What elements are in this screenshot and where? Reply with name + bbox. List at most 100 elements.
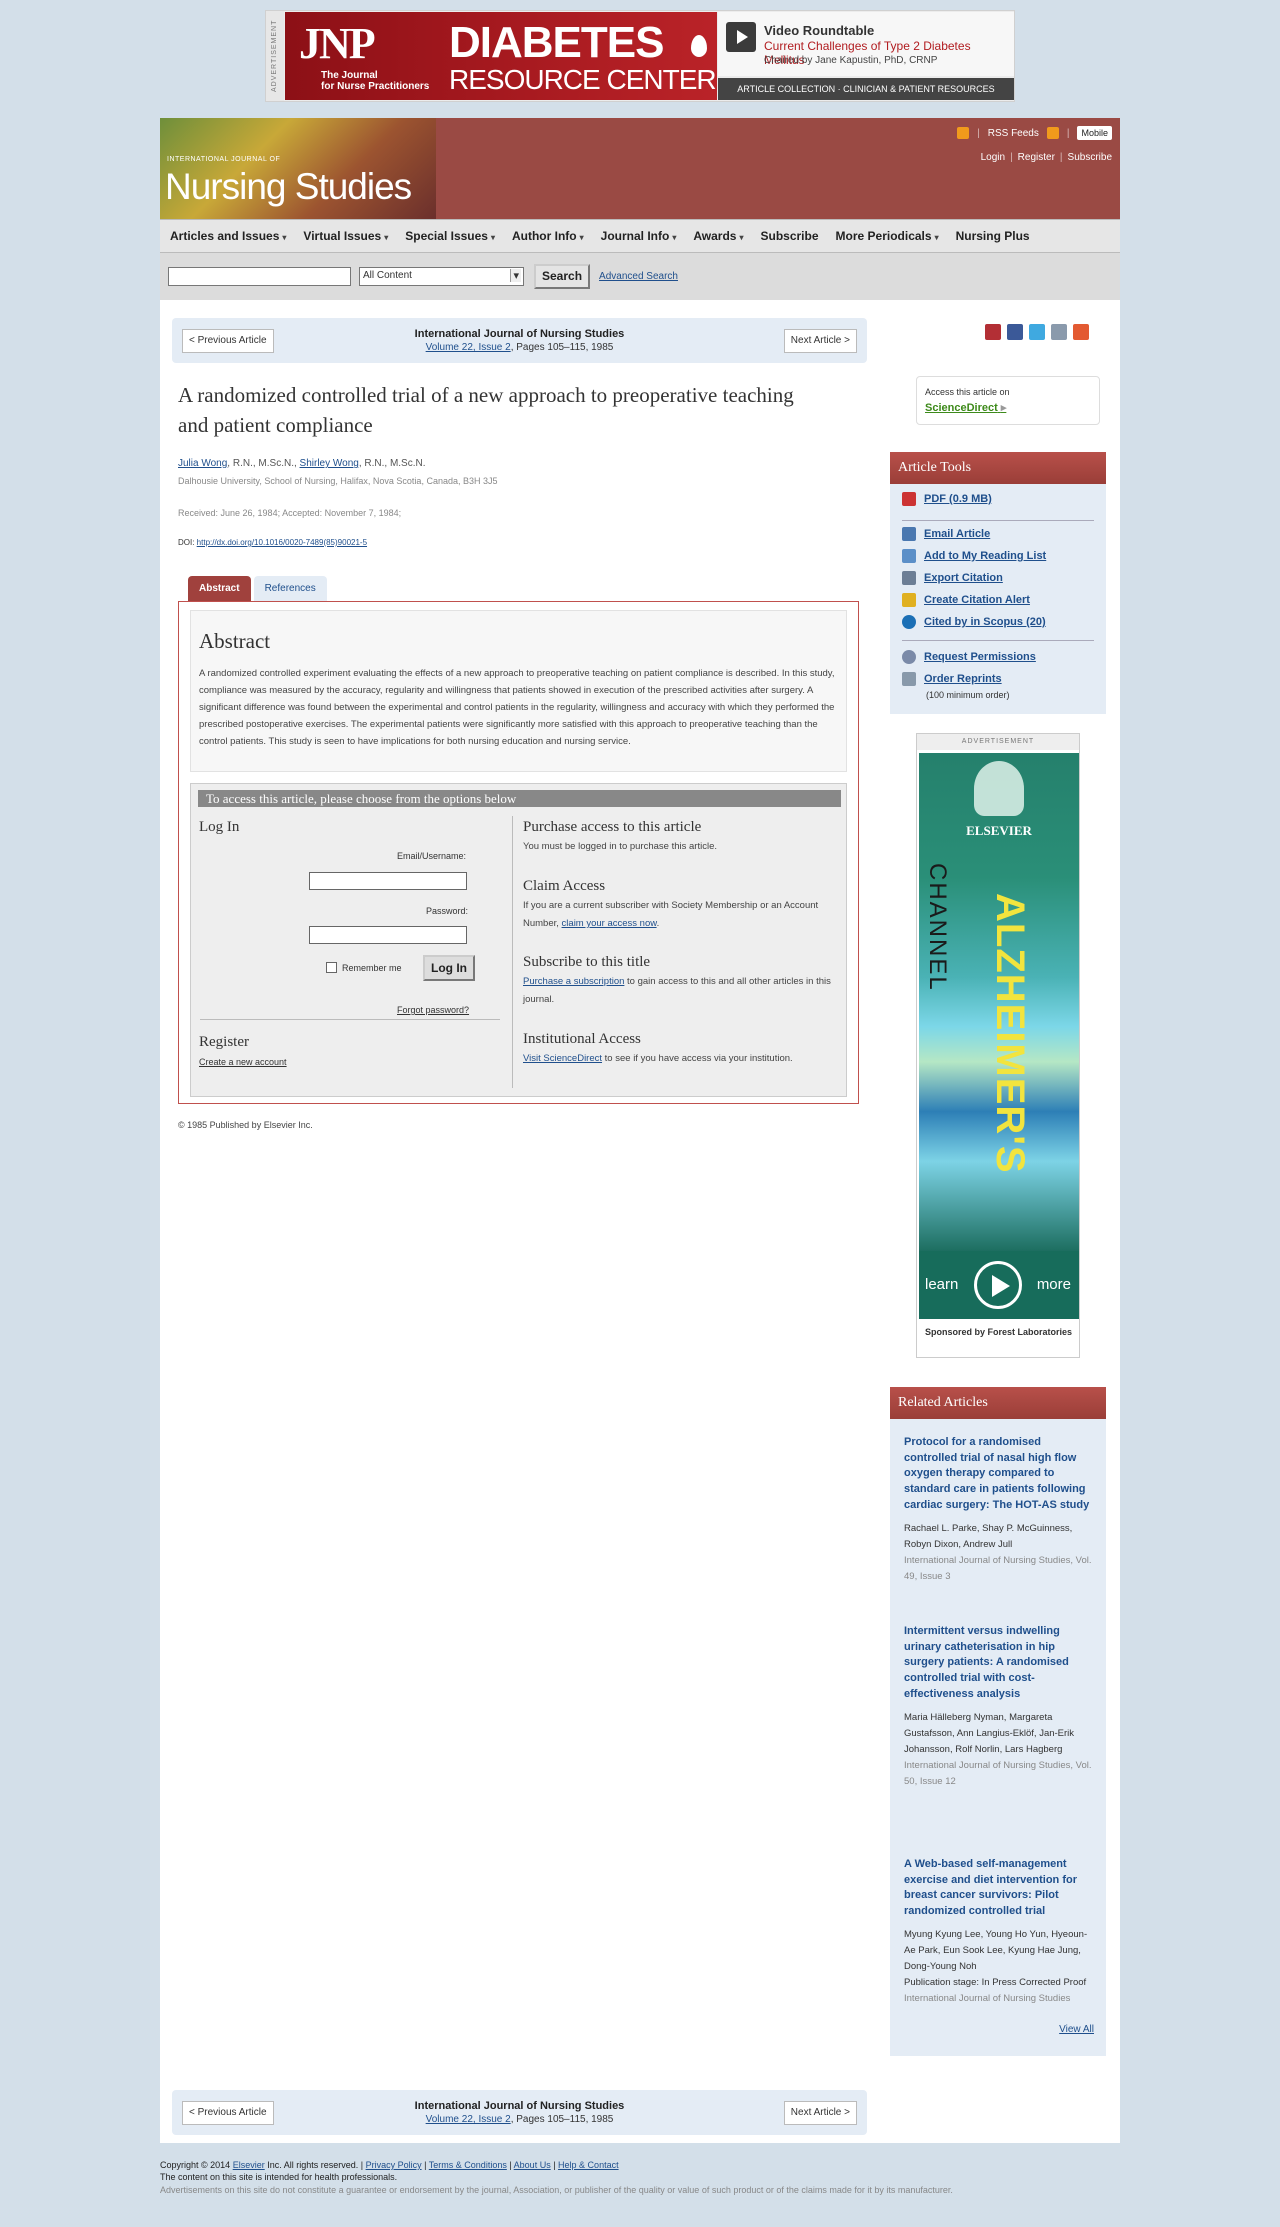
tab-abstract[interactable]: Abstract <box>188 576 251 601</box>
top-advertisement[interactable]: ADVERTISEMENT JNP The Journal for Nurse … <box>265 10 1015 102</box>
rss-link[interactable]: RSS Feeds <box>988 128 1039 139</box>
nav-articles-issues[interactable]: Articles and Issues ▾ <box>170 229 286 243</box>
journal-name: International Journal of Nursing Studies <box>414 328 625 340</box>
footer-disclaimer: Advertisements on this site do not const… <box>160 2185 953 2195</box>
pdf-label: PDF (0.9 MB) <box>924 493 992 505</box>
volume-issue-link[interactable]: Volume 22, Issue 2 <box>426 342 511 353</box>
order-reprints-link[interactable]: Order Reprints <box>902 672 1002 686</box>
reading-list-icon <box>902 549 916 563</box>
remember-checkbox[interactable] <box>326 962 337 973</box>
subscribe-link[interactable]: Subscribe <box>1068 152 1112 163</box>
nav-special-issues[interactable]: Special Issues ▾ <box>405 229 495 243</box>
login-link[interactable]: Login <box>981 152 1005 163</box>
ad-banner-left[interactable]: JNP The Journal for Nurse Practitioners … <box>285 12 717 100</box>
related-article-journal: International Journal of Nursing Studies… <box>904 1554 1092 1582</box>
elsevier-link[interactable]: Elsevier <box>233 2160 265 2170</box>
alzheimers-ad-image[interactable]: ELSEVIER CHANNEL ALZHEIMER'S <box>919 753 1079 1251</box>
side-advertisement[interactable]: ADVERTISEMENT ELSEVIER CHANNEL ALZHEIMER… <box>916 733 1080 1358</box>
request-permissions-link[interactable]: Request Permissions <box>902 650 1036 664</box>
nav-nursing-plus[interactable]: Nursing Plus <box>956 229 1030 243</box>
citation-alert-link[interactable]: Create Citation Alert <box>902 593 1030 607</box>
login-heading: Log In <box>199 819 240 835</box>
access-header: To access this article, please choose fr… <box>198 790 841 807</box>
tab-references[interactable]: References <box>253 576 327 601</box>
claim-access-link[interactable]: claim your access now <box>562 918 657 929</box>
create-account-link[interactable]: Create a new account <box>199 1057 287 1067</box>
search-button[interactable]: Search <box>534 264 591 289</box>
reading-list-link[interactable]: Add to My Reading List <box>902 549 1046 563</box>
advanced-search-link[interactable]: Advanced Search <box>599 271 678 282</box>
footer-sep: | <box>421 2160 429 2170</box>
related-article-title[interactable]: Intermittent versus indwelling urinary c… <box>904 1624 1094 1703</box>
podcast-icon[interactable] <box>957 127 970 139</box>
related-article-title[interactable]: A Web-based self-management exercise and… <box>904 1857 1094 1920</box>
privacy-policy-link[interactable]: Privacy Policy <box>366 2160 422 2170</box>
ad-chaired: Chaired by Jane Kapustin, PhD, CRNP <box>764 55 938 66</box>
view-all-link[interactable]: View All <box>1059 2024 1094 2035</box>
export-citation-link[interactable]: Export Citation <box>902 571 1003 585</box>
nav-more-periodicals[interactable]: More Periodicals ▾ <box>836 229 939 243</box>
sd-link[interactable]: ScienceDirect ▸ <box>925 401 1006 414</box>
author-link[interactable]: Julia Wong <box>178 458 227 469</box>
related-article-title[interactable]: Protocol for a randomised controlled tri… <box>904 1435 1094 1514</box>
forgot-password-link[interactable]: Forgot password? <box>397 1005 469 1015</box>
login-button[interactable]: Log In <box>423 955 475 981</box>
email-label: Email/Username: <box>397 851 467 861</box>
claim-text-end: . <box>656 918 660 929</box>
ad-bottom-bar[interactable]: ARTICLE COLLECTION · CLINICIAN & PATIENT… <box>718 78 1014 100</box>
remember-label: Remember me <box>342 963 402 973</box>
password-field[interactable] <box>309 926 467 944</box>
nav-subscribe[interactable]: Subscribe <box>761 229 819 243</box>
header-sep: | <box>1010 152 1013 163</box>
volume-issue-link[interactable]: Volume 22, Issue 2 <box>426 2114 511 2125</box>
arrow-right-icon: ▸ <box>1000 402 1007 414</box>
pdf-icon <box>902 492 916 506</box>
related-article-authors: Myung Kyung Lee, Young Ho Yun, Hyeoun-Ae… <box>904 1928 1088 1972</box>
next-article-button[interactable]: Next Article > <box>783 329 857 353</box>
learn-more-button[interactable]: learn more <box>919 1251 1079 1319</box>
logo-small-text: INTERNATIONAL JOURNAL OF <box>167 156 281 163</box>
nav-awards[interactable]: Awards ▾ <box>693 229 743 243</box>
visit-sciencedirect-link[interactable]: Visit ScienceDirect <box>523 1053 602 1064</box>
author-list: Julia Wong, R.N., M.Sc.N., Shirley Wong,… <box>178 458 426 469</box>
author-link[interactable]: Shirley Wong <box>300 458 359 469</box>
scopus-link[interactable]: Cited by in Scopus (20) <box>902 615 1046 629</box>
facebook-icon[interactable] <box>1007 324 1023 340</box>
nav-label: Journal Info <box>600 229 670 243</box>
add-share-icon[interactable] <box>1073 324 1089 340</box>
about-us-link[interactable]: About Us <box>514 2160 551 2170</box>
ad-video-panel[interactable]: Video Roundtable Current Challenges of T… <box>718 12 1014 76</box>
doi-link[interactable]: http://dx.doi.org/10.1016/0020-7489(85)9… <box>197 538 367 547</box>
search-input[interactable] <box>168 267 351 286</box>
mobile-link[interactable]: Mobile <box>1077 126 1112 140</box>
scopus-label: Cited by in Scopus (20) <box>924 616 1046 628</box>
pages-text: , Pages 105–115, 1985 <box>510 342 614 353</box>
play-icon[interactable] <box>726 22 756 52</box>
sd-line1: Access this article on <box>925 387 1010 397</box>
register-link[interactable]: Register <box>1018 152 1055 163</box>
search-scope-select[interactable]: All Content <box>359 267 524 286</box>
author-degree: , R.N., M.Sc.N. <box>358 458 426 469</box>
twitter-icon[interactable] <box>1029 324 1045 340</box>
email-icon[interactable] <box>1051 324 1067 340</box>
next-article-button[interactable]: Next Article > <box>783 2101 857 2125</box>
help-contact-link[interactable]: Help & Contact <box>558 2160 619 2170</box>
email-field[interactable] <box>309 872 467 890</box>
pdf-link[interactable]: PDF (0.9 MB) <box>902 492 992 506</box>
purchase-subscription-link[interactable]: Purchase a subscription <box>523 976 624 987</box>
register-heading: Register <box>199 1034 249 1050</box>
reprint-icon <box>902 672 916 686</box>
password-label: Password: <box>426 906 469 916</box>
article-nav-bottom: < Previous Article International Journal… <box>172 2090 867 2135</box>
terms-link[interactable]: Terms & Conditions <box>429 2160 507 2170</box>
journal-logo[interactable]: INTERNATIONAL JOURNAL OF Nursing Studies <box>160 118 436 219</box>
nav-author-info[interactable]: Author Info ▾ <box>512 229 584 243</box>
related-article-stage: Publication stage: In Press Corrected Pr… <box>904 1976 1087 1988</box>
nav-virtual-issues[interactable]: Virtual Issues ▾ <box>303 229 388 243</box>
nav-journal-info[interactable]: Journal Info ▾ <box>601 229 677 243</box>
email-article-link[interactable]: Email Article <box>902 527 990 541</box>
ad-video-title: Video Roundtable <box>764 23 875 38</box>
sciencedirect-box[interactable]: Access this article on ScienceDirect ▸ <box>916 376 1100 425</box>
mendeley-icon[interactable] <box>985 324 1001 340</box>
rss-icon[interactable] <box>1046 127 1059 139</box>
